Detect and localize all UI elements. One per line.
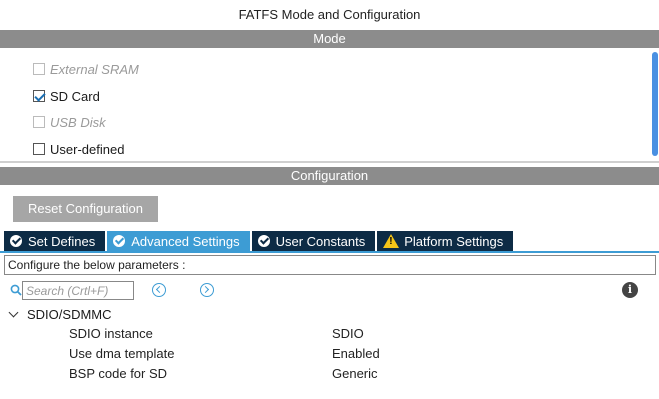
param-row[interactable]: SDIO instance SDIO bbox=[0, 324, 659, 344]
tab-label: User Constants bbox=[275, 233, 366, 249]
group-label: SDIO/SDMMC bbox=[27, 306, 112, 322]
tab-platform-settings[interactable]: ! Platform Settings bbox=[377, 231, 514, 251]
user-defined-label: User-defined bbox=[50, 141, 125, 157]
mode-panel: External SRAM SD Card USB Disk User-defi… bbox=[0, 48, 659, 163]
param-name: SDIO instance bbox=[69, 326, 153, 341]
external-sram-label: External SRAM bbox=[50, 61, 139, 77]
tab-user-constants[interactable]: User Constants bbox=[251, 231, 376, 251]
usb-disk-label: USB Disk bbox=[50, 114, 106, 130]
param-name: BSP code for SD bbox=[69, 366, 168, 381]
mode-scrollbar[interactable] bbox=[652, 52, 658, 156]
mode-option-external-sram[interactable]: External SRAM bbox=[33, 60, 139, 78]
group-sdio-sdmmc[interactable]: SDIO/SDMMC bbox=[8, 305, 112, 323]
reset-configuration-button[interactable]: Reset Configuration bbox=[13, 196, 158, 222]
search-icon bbox=[10, 284, 22, 296]
tab-label: Set Defines bbox=[28, 233, 96, 249]
param-row[interactable]: BSP code for SD Generic bbox=[0, 364, 659, 384]
previous-match-button[interactable] bbox=[152, 283, 166, 297]
next-match-button[interactable] bbox=[200, 283, 214, 297]
usb-disk-checkbox[interactable] bbox=[33, 116, 45, 128]
tabs-divider bbox=[0, 251, 659, 253]
param-name: Use dma template bbox=[69, 346, 175, 361]
param-value: Enabled bbox=[332, 346, 380, 361]
param-row[interactable]: Use dma template Enabled bbox=[0, 344, 659, 364]
search-input[interactable] bbox=[22, 281, 134, 300]
check-circle-icon bbox=[10, 235, 22, 247]
configuration-tabs: Set Defines Advanced Settings User Const… bbox=[4, 231, 515, 251]
configuration-section-header: Configuration bbox=[0, 167, 659, 185]
user-defined-checkbox[interactable] bbox=[33, 143, 45, 155]
tab-advanced-settings[interactable]: Advanced Settings bbox=[107, 231, 250, 251]
tab-set-defines[interactable]: Set Defines bbox=[4, 231, 106, 251]
chevron-down-icon[interactable] bbox=[8, 307, 19, 317]
mode-section-header: Mode bbox=[0, 30, 659, 48]
check-circle-icon bbox=[257, 235, 270, 247]
param-value: SDIO bbox=[332, 326, 364, 341]
mode-option-user-defined[interactable]: User-defined bbox=[33, 140, 124, 158]
external-sram-checkbox[interactable] bbox=[33, 63, 45, 75]
mode-option-usb-disk[interactable]: USB Disk bbox=[33, 113, 106, 131]
sd-card-checkbox[interactable] bbox=[33, 90, 45, 102]
sd-card-label: SD Card bbox=[50, 88, 100, 104]
tab-label: Advanced Settings bbox=[131, 233, 240, 249]
check-circle-icon bbox=[113, 235, 126, 247]
parameters-instructions: Configure the below parameters : bbox=[4, 255, 656, 275]
window-title: FATFS Mode and Configuration bbox=[0, 0, 659, 30]
warning-icon: ! bbox=[383, 234, 400, 248]
tab-label: Platform Settings bbox=[404, 233, 504, 249]
info-icon[interactable]: i bbox=[622, 282, 638, 298]
param-value: Generic bbox=[332, 366, 378, 381]
mode-option-sd-card[interactable]: SD Card bbox=[33, 87, 100, 105]
